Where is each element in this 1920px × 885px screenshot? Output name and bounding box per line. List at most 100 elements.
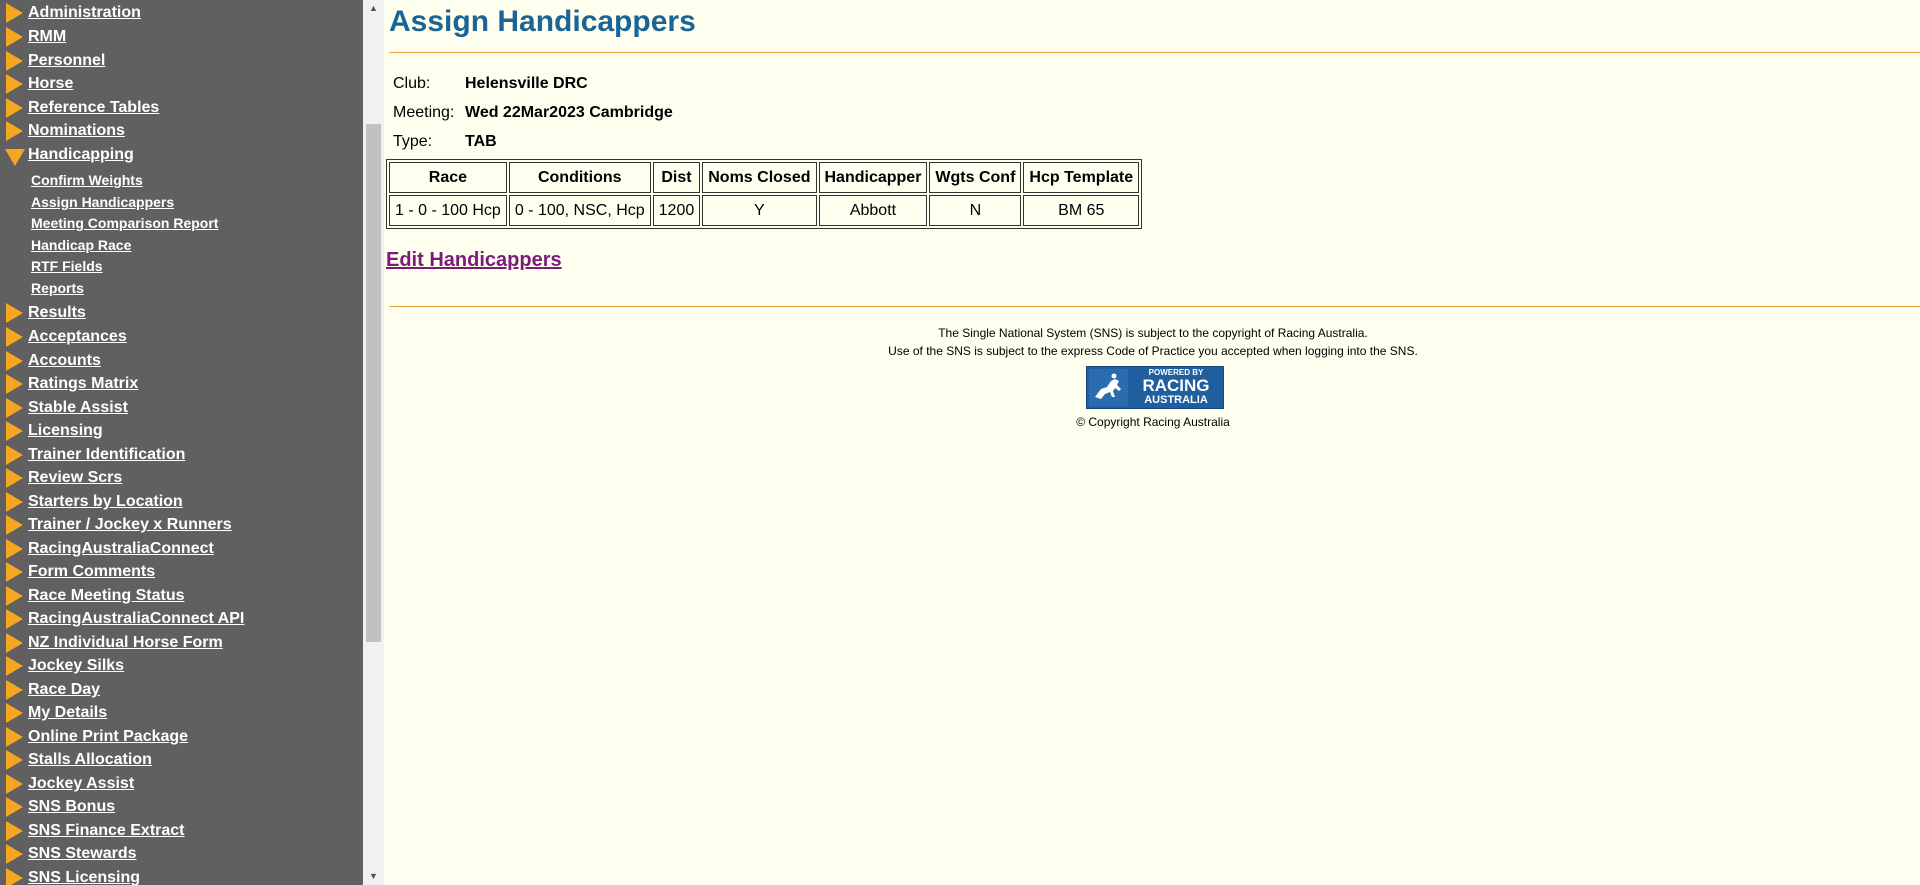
- club-label: Club:: [393, 75, 431, 92]
- table-header-row: Race Conditions Dist Noms Closed Handica…: [389, 162, 1140, 193]
- sidebar-item-online-print-package[interactable]: Online Print Package: [0, 726, 363, 748]
- sidebar-item-label[interactable]: Jockey Silks: [28, 656, 124, 676]
- logo-racing: RACING: [1142, 376, 1210, 395]
- sidebar-item-label[interactable]: Acceptances: [28, 327, 127, 347]
- col-header-race: Race: [389, 162, 507, 193]
- sidebar-item-sns-stewards[interactable]: SNS Stewards: [0, 843, 363, 865]
- sidebar-subitem-meeting-comparison-report[interactable]: Meeting Comparison Report: [31, 214, 218, 232]
- sidebar-item-label[interactable]: RacingAustraliaConnect: [28, 539, 214, 559]
- expand-arrow-icon: [6, 844, 23, 864]
- header-divider: [389, 52, 1920, 53]
- expand-arrow-icon: [6, 445, 23, 465]
- sidebar-item-label[interactable]: SNS Stewards: [28, 844, 136, 864]
- sidebar-item-nominations[interactable]: Nominations: [0, 120, 363, 142]
- sidebar-item-label[interactable]: Ratings Matrix: [28, 374, 138, 394]
- sidebar-item-label[interactable]: Trainer / Jockey x Runners: [28, 515, 232, 535]
- sidebar-item-review-scrs[interactable]: Review Scrs: [0, 467, 363, 489]
- sidebar-item-label[interactable]: Stalls Allocation: [28, 750, 152, 770]
- cell-handicapper: Abbott: [818, 195, 928, 226]
- col-header-wgts-conf: Wgts Conf: [929, 162, 1022, 193]
- sidebar-subitem-handicap-race[interactable]: Handicap Race: [31, 236, 131, 254]
- sidebar-item-label[interactable]: Results: [28, 303, 86, 323]
- copyright-notice: The Single National System (SNS) is subj…: [938, 326, 1368, 340]
- sidebar-item-label[interactable]: Reference Tables: [28, 98, 159, 118]
- sidebar-subitem-rtf-fields[interactable]: RTF Fields: [31, 257, 103, 275]
- col-header-handicapper: Handicapper: [818, 162, 928, 193]
- type-label: Type:: [393, 133, 433, 150]
- sidebar-item-label[interactable]: Nominations: [28, 121, 125, 141]
- sidebar-item-starters-by-location[interactable]: Starters by Location: [0, 491, 363, 513]
- sidebar-item-label[interactable]: Personnel: [28, 51, 105, 71]
- sidebar-item-label[interactable]: Jockey Assist: [28, 774, 134, 794]
- sidebar-item-personnel[interactable]: Personnel: [0, 50, 363, 72]
- sidebar-item-label[interactable]: Form Comments: [28, 562, 155, 582]
- sidebar-item-label[interactable]: Administration: [28, 3, 141, 23]
- scroll-up-arrow-icon[interactable]: ▲: [363, 0, 384, 17]
- sidebar-item-form-comments[interactable]: Form Comments: [0, 561, 363, 583]
- sidebar-item-handicapping[interactable]: Handicapping: [0, 144, 363, 166]
- sidebar-item-label[interactable]: Starters by Location: [28, 492, 183, 512]
- col-header-dist: Dist: [652, 162, 701, 193]
- sidebar-item-label[interactable]: RacingAustraliaConnect API: [28, 609, 244, 629]
- sidebar-item-label[interactable]: SNS Licensing: [28, 868, 140, 885]
- sidebar-item-label[interactable]: Accounts: [28, 351, 101, 371]
- sidebar-item-trainer-jockey-x-runners[interactable]: Trainer / Jockey x Runners: [0, 514, 363, 536]
- sidebar-item-rmm[interactable]: RMM: [0, 26, 363, 48]
- sidebar-item-label[interactable]: NZ Individual Horse Form: [28, 633, 223, 653]
- sidebar-item-accounts[interactable]: Accounts: [0, 350, 363, 372]
- sidebar-item-reference-tables[interactable]: Reference Tables: [0, 97, 363, 119]
- expand-arrow-icon: [6, 680, 23, 700]
- sidebar-item-label[interactable]: Handicapping: [28, 145, 134, 165]
- expand-arrow-icon: [6, 774, 23, 794]
- sidebar-item-racingaustraliaconnect-api[interactable]: RacingAustraliaConnect API: [0, 608, 363, 630]
- sidebar-item-results[interactable]: Results: [0, 302, 363, 324]
- sidebar-item-label[interactable]: Review Scrs: [28, 468, 122, 488]
- table-row: 1 - 0 - 100 Hcp 0 - 100, NSC, Hcp 1200 Y…: [389, 195, 1140, 226]
- sidebar-item-label[interactable]: Trainer Identification: [28, 445, 185, 465]
- expand-arrow-icon: [6, 421, 23, 441]
- sidebar-subitem-confirm-weights[interactable]: Confirm Weights: [31, 171, 143, 189]
- sidebar-item-acceptances[interactable]: Acceptances: [0, 326, 363, 348]
- sidebar-subitem-reports[interactable]: Reports: [31, 279, 84, 297]
- scroll-down-arrow-icon[interactable]: ▼: [363, 868, 384, 885]
- sidebar-item-sns-finance-extract[interactable]: SNS Finance Extract: [0, 820, 363, 842]
- sidebar-item-label[interactable]: RMM: [28, 27, 66, 47]
- horse-rider-icon: [1089, 369, 1128, 406]
- sidebar-item-administration[interactable]: Administration: [0, 2, 363, 24]
- sidebar-item-ratings-matrix[interactable]: Ratings Matrix: [0, 373, 363, 395]
- sidebar-item-stalls-allocation[interactable]: Stalls Allocation: [0, 749, 363, 771]
- sidebar-item-sns-licensing[interactable]: SNS Licensing: [0, 867, 363, 885]
- meeting-value: Wed 22Mar2023 Cambridge: [465, 104, 673, 121]
- sidebar-item-label[interactable]: Online Print Package: [28, 727, 188, 747]
- sidebar-item-label[interactable]: Horse: [28, 74, 73, 94]
- sidebar-item-jockey-assist[interactable]: Jockey Assist: [0, 773, 363, 795]
- sidebar-item-licensing[interactable]: Licensing: [0, 420, 363, 442]
- sidebar-item-race-meeting-status[interactable]: Race Meeting Status: [0, 585, 363, 607]
- expand-arrow-icon: [6, 562, 23, 582]
- sidebar-item-race-day[interactable]: Race Day: [0, 679, 363, 701]
- edit-handicappers-link[interactable]: Edit Handicappers: [386, 248, 562, 272]
- sidebar-item-jockey-silks[interactable]: Jockey Silks: [0, 655, 363, 677]
- sidebar-item-label[interactable]: Stable Assist: [28, 398, 128, 418]
- sidebar-item-nz-individual-horse-form[interactable]: NZ Individual Horse Form: [0, 632, 363, 654]
- sidebar-item-horse[interactable]: Horse: [0, 73, 363, 95]
- sidebar-subitem-assign-handicappers[interactable]: Assign Handicappers: [31, 193, 174, 211]
- sidebar-item-sns-bonus[interactable]: SNS Bonus: [0, 796, 363, 818]
- sidebar-item-label[interactable]: My Details: [28, 703, 107, 723]
- expand-arrow-icon: [6, 121, 23, 141]
- sidebar-item-racingaustraliaconnect[interactable]: RacingAustraliaConnect: [0, 538, 363, 560]
- sidebar-item-trainer-identification[interactable]: Trainer Identification: [0, 444, 363, 466]
- sidebar-scrollbar[interactable]: ▲ ▼: [363, 0, 384, 885]
- sidebar-item-stable-assist[interactable]: Stable Assist: [0, 397, 363, 419]
- scrollbar-thumb[interactable]: [366, 124, 381, 642]
- sidebar-item-my-details[interactable]: My Details: [0, 702, 363, 724]
- sidebar-item-label[interactable]: Race Meeting Status: [28, 586, 184, 606]
- expand-arrow-icon: [6, 327, 23, 347]
- sidebar-item-label[interactable]: SNS Bonus: [28, 797, 115, 817]
- sidebar-item-label[interactable]: Licensing: [28, 421, 103, 441]
- sidebar-item-label[interactable]: SNS Finance Extract: [28, 821, 185, 841]
- expand-arrow-icon: [6, 586, 23, 606]
- sidebar-item-label[interactable]: Race Day: [28, 680, 100, 700]
- sidebar-nav: Administration RMM Personnel Horse Refer…: [0, 0, 363, 885]
- type-value: TAB: [465, 133, 497, 150]
